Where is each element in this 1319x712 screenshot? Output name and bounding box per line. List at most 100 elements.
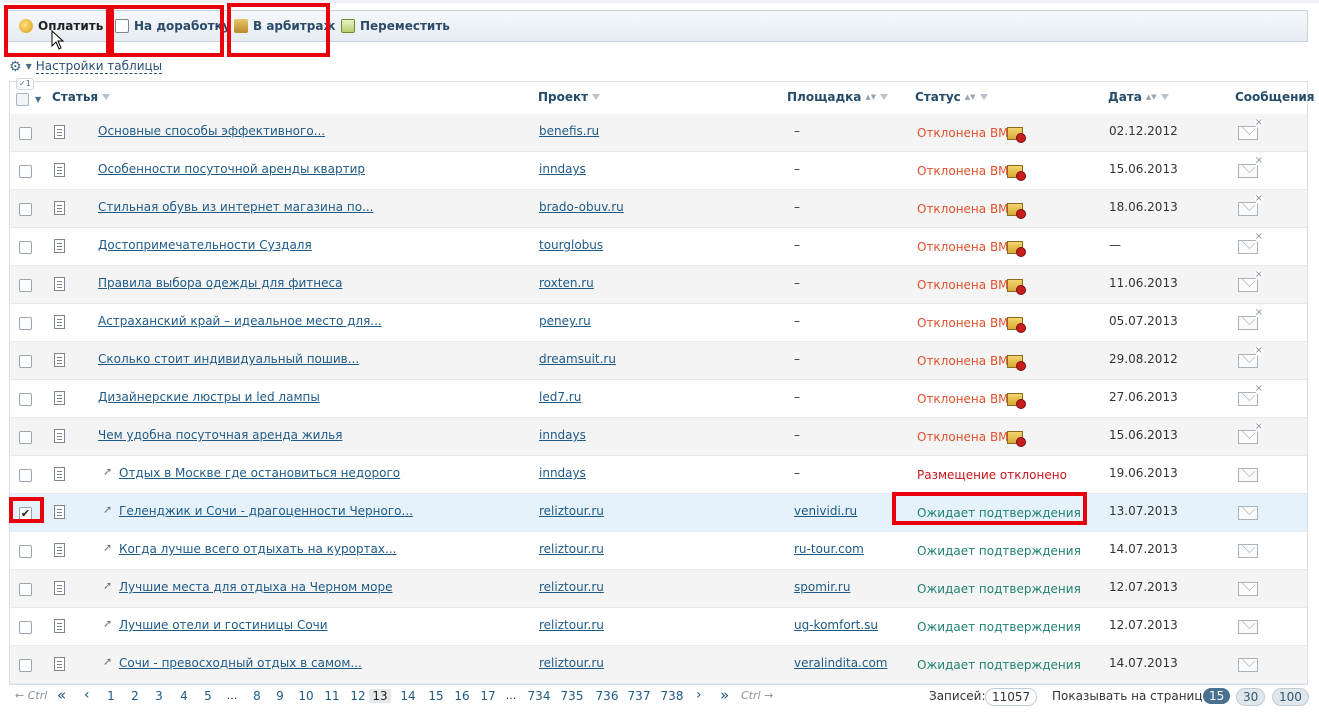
sort-icon[interactable]: ▲▼ <box>1146 93 1157 101</box>
message-envelope-icon[interactable] <box>1238 658 1258 672</box>
message-envelope-icon[interactable] <box>1238 384 1264 406</box>
arbitrage-warning-icon[interactable] <box>1007 431 1026 447</box>
row-checkbox[interactable] <box>19 279 32 292</box>
table-row[interactable]: Основные способы эффективного... benefis.… <box>10 114 1307 152</box>
article-link[interactable]: Достопримечательности Суздаля <box>98 238 312 252</box>
arbitrage-warning-icon[interactable] <box>1007 127 1026 143</box>
filter-icon[interactable] <box>1160 94 1169 100</box>
platform-link[interactable]: venividi.ru <box>794 504 857 518</box>
next-page-button[interactable]: › <box>696 687 702 703</box>
row-checkbox[interactable] <box>19 431 32 444</box>
arbitrage-warning-icon[interactable] <box>1007 203 1026 219</box>
per-page-option[interactable]: 15 <box>1203 688 1231 704</box>
message-envelope-icon[interactable] <box>1238 506 1258 520</box>
arbitrage-warning-icon[interactable] <box>1007 165 1026 181</box>
project-link[interactable]: inndays <box>539 428 586 442</box>
page-number[interactable]: 8 <box>250 689 264 703</box>
table-row[interactable]: Сколько стоит индивидуальный пошив... dre… <box>10 342 1307 380</box>
sort-icon[interactable]: ▲▼ <box>865 93 876 101</box>
header-date[interactable]: Дата ▲▼ <box>1108 90 1169 104</box>
message-envelope-icon[interactable] <box>1238 194 1264 216</box>
article-link[interactable]: Геленджик и Сочи - драгоценности Черного… <box>119 504 413 518</box>
page-number[interactable]: 2 <box>128 689 142 703</box>
message-envelope-icon[interactable] <box>1238 422 1264 444</box>
arbitrage-warning-icon[interactable] <box>1007 317 1026 333</box>
first-page-button[interactable]: « <box>57 686 66 704</box>
row-checkbox[interactable] <box>19 469 32 482</box>
table-row[interactable]: Правила выбора одежды для фитнеса roxten.… <box>10 266 1307 304</box>
sort-icon[interactable]: ▲▼ <box>965 93 976 101</box>
project-link[interactable]: brado-obuv.ru <box>539 200 624 214</box>
article-link[interactable]: Отдых в Москве где остановиться недорого <box>119 466 400 480</box>
page-number[interactable]: 9 <box>273 689 287 703</box>
page-number[interactable]: 17 <box>478 689 498 703</box>
table-row[interactable]: Стильная обувь из интернет магазина по..… <box>10 190 1307 228</box>
arbitrage-warning-icon[interactable] <box>1007 241 1026 257</box>
project-link[interactable]: roxten.ru <box>539 276 594 290</box>
page-number[interactable]: 14 <box>398 689 418 703</box>
row-checkbox[interactable] <box>19 165 32 178</box>
project-link[interactable]: tourglobus <box>539 238 603 252</box>
filter-icon[interactable] <box>592 94 601 100</box>
arbitrage-warning-icon[interactable] <box>1007 393 1026 409</box>
article-link[interactable]: Сочи - превосходный отдых в самом... <box>119 656 362 670</box>
header-article[interactable]: Статья <box>52 90 111 104</box>
row-checkbox[interactable] <box>19 659 32 672</box>
article-link[interactable]: Лучшие отели и гостиницы Сочи <box>119 618 328 632</box>
article-link[interactable]: Основные способы эффективного... <box>98 124 325 138</box>
arbitrage-button[interactable]: В арбитраж <box>234 11 335 41</box>
project-link[interactable]: dreamsuit.ru <box>539 352 616 366</box>
page-number[interactable]: 11 <box>322 689 342 703</box>
project-link[interactable]: benefis.ru <box>539 124 599 138</box>
row-checkbox[interactable] <box>19 545 32 558</box>
table-row[interactable]: ➚ Отдых в Москве где остановиться недорог… <box>10 456 1307 494</box>
table-row[interactable]: Чем удобна посуточная аренда жилья innday… <box>10 418 1307 456</box>
per-page-option[interactable]: 30 <box>1236 688 1266 706</box>
platform-link[interactable]: veralindita.com <box>794 656 888 670</box>
page-number[interactable]: 10 <box>296 689 316 703</box>
message-envelope-icon[interactable] <box>1238 118 1264 140</box>
row-checkbox[interactable] <box>19 241 32 254</box>
article-link[interactable]: Лучшие места для отдыха на Черном море <box>119 580 392 594</box>
prev-page-button[interactable]: ‹ <box>84 687 90 703</box>
project-link[interactable]: led7.ru <box>539 390 581 404</box>
article-link[interactable]: Дизайнерские люстры и led лампы <box>98 390 320 404</box>
table-settings[interactable]: ⚙ ▼ Настройки таблицы <box>9 59 163 74</box>
platform-link[interactable]: spomir.ru <box>794 580 850 594</box>
page-number[interactable]: 5 <box>201 689 215 703</box>
last-page-button[interactable]: » <box>720 686 729 704</box>
message-envelope-icon[interactable] <box>1238 308 1264 330</box>
page-number[interactable]: 734 <box>526 689 552 703</box>
article-link[interactable]: Особенности посуточной аренды квартир <box>98 162 365 176</box>
row-checkbox[interactable] <box>19 203 32 216</box>
article-link[interactable]: Когда лучше всего отдыхать на курортах..… <box>119 542 396 556</box>
arbitrage-warning-icon[interactable] <box>1007 355 1026 371</box>
page-number[interactable]: 15 <box>426 689 446 703</box>
table-row[interactable]: Дизайнерские люстры и led лампы led7.ru – О… <box>10 380 1307 418</box>
chevron-down-icon[interactable]: ▼ <box>35 95 41 104</box>
project-link[interactable]: reliztour.ru <box>539 618 604 632</box>
row-checkbox[interactable] <box>19 317 32 330</box>
table-row[interactable]: Особенности посуточной аренды квартир inn… <box>10 152 1307 190</box>
article-link[interactable]: Правила выбора одежды для фитнеса <box>98 276 342 290</box>
page-number[interactable]: 13 <box>369 689 391 703</box>
page-number[interactable]: 4 <box>177 689 191 703</box>
page-number[interactable]: 736 <box>594 689 620 703</box>
header-platform[interactable]: Площадка ▲▼ <box>787 90 889 104</box>
message-envelope-icon[interactable] <box>1238 620 1258 634</box>
arbitrage-warning-icon[interactable] <box>1007 279 1026 295</box>
filter-icon[interactable] <box>102 94 111 100</box>
project-link[interactable]: reliztour.ru <box>539 542 604 556</box>
filter-icon[interactable] <box>979 94 988 100</box>
message-envelope-icon[interactable] <box>1238 582 1258 596</box>
rework-button[interactable]: На доработку <box>115 11 231 41</box>
page-number[interactable]: 16 <box>452 689 472 703</box>
message-envelope-icon[interactable] <box>1238 156 1264 178</box>
row-checkbox[interactable] <box>19 621 32 634</box>
filter-icon[interactable] <box>880 94 889 100</box>
message-envelope-icon[interactable] <box>1238 346 1264 368</box>
message-envelope-icon[interactable] <box>1238 270 1264 292</box>
page-number[interactable]: 735 <box>559 689 585 703</box>
row-checkbox[interactable] <box>19 393 32 406</box>
table-row[interactable]: ➚ Лучшие места для отдыха на Черном море r… <box>10 570 1307 608</box>
